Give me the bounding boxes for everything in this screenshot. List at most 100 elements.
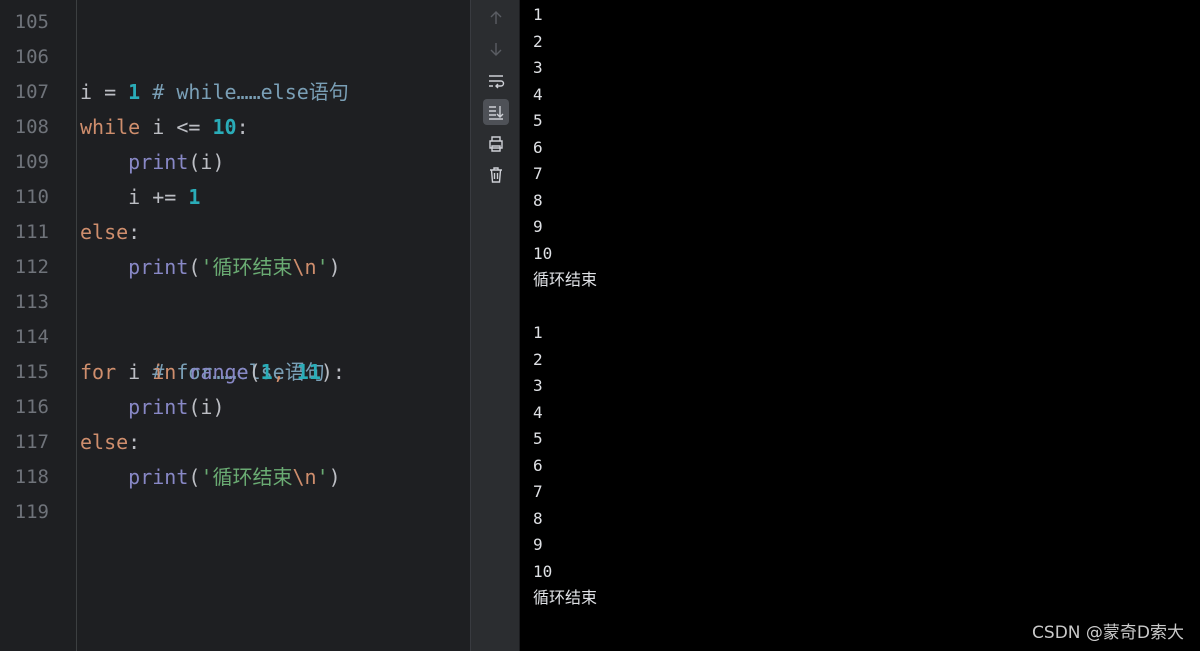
line-number: 106 — [14, 46, 49, 68]
console-output-line: 8 — [533, 190, 543, 210]
code-line-109[interactable]: print(i) — [80, 145, 225, 180]
code-token: , — [272, 360, 297, 384]
code-token: (i) — [188, 150, 225, 174]
string-token: ' — [316, 465, 329, 489]
number-token: 11 — [296, 360, 321, 384]
escape-token: \n — [292, 255, 317, 279]
watermark: CSDN @蒙奇D索大 — [1032, 623, 1184, 643]
line-number: 107 — [14, 81, 49, 103]
keyword-token: else — [80, 430, 129, 454]
code-line-108[interactable]: while i <= 10: — [80, 110, 249, 145]
number-token: 10 — [212, 115, 237, 139]
line-number: 113 — [14, 291, 49, 313]
builtin-token: range — [188, 360, 249, 384]
console-output-line: 3 — [533, 376, 543, 395]
string-token: '循环结束 — [200, 255, 293, 279]
console-output-line: 6 — [533, 137, 543, 157]
code-line-110[interactable]: i += 1 — [80, 180, 200, 215]
console-output-line: 5 — [533, 429, 543, 448]
code-token: ( — [188, 255, 201, 279]
code-token: : — [128, 220, 141, 244]
console-output-line: 6 — [533, 455, 543, 475]
code-line-114[interactable]: # for……else语句 — [80, 320, 324, 384]
line-number: 111 — [14, 221, 49, 243]
line-number: 115 — [14, 361, 49, 383]
number-token: 1 — [188, 185, 201, 209]
arrow-up-icon[interactable] — [483, 5, 509, 31]
builtin-token: print — [128, 255, 189, 279]
line-number: 112 — [14, 256, 49, 278]
code-token: : — [128, 430, 141, 454]
arrow-down-icon[interactable] — [483, 36, 509, 62]
console-output-line: 7 — [533, 482, 543, 501]
number-token: 1 — [128, 80, 141, 104]
console-toolbar — [471, 0, 520, 651]
console-output-line: 10 — [533, 561, 553, 581]
code-token: ( — [248, 360, 261, 384]
console-output-line: 2 — [533, 349, 543, 369]
line-number: 105 — [14, 11, 49, 33]
console-output-line: 4 — [533, 402, 543, 422]
console-output-line: 9 — [533, 535, 543, 554]
code-token: ) — [328, 465, 341, 489]
line-number: 114 — [14, 326, 49, 348]
code-line-115[interactable]: for i in range(1, 11): — [80, 355, 345, 390]
code-line-106[interactable]: # while……else语句 — [80, 40, 349, 104]
string-token: ' — [316, 255, 329, 279]
builtin-token: print — [128, 465, 189, 489]
code-token: i — [116, 360, 153, 384]
console-output-line: 10 — [533, 243, 553, 263]
console-output-line: 循环结束 — [533, 270, 598, 289]
console-output-line: 5 — [533, 111, 543, 130]
line-number: 118 — [14, 466, 49, 488]
console-output-line: 9 — [533, 217, 543, 236]
trash-icon[interactable] — [483, 162, 509, 188]
code-token: : — [236, 115, 249, 139]
console-output-line: 8 — [533, 508, 543, 528]
console-output-line: 1 — [533, 5, 543, 24]
builtin-token: print — [128, 395, 189, 419]
escape-token: \n — [292, 465, 317, 489]
console-output-line: 4 — [533, 84, 543, 104]
code-token: i += — [80, 185, 189, 209]
print-icon[interactable] — [483, 131, 509, 157]
console-output-line: 1 — [533, 323, 543, 342]
code-token: i <= — [140, 115, 213, 139]
code-line-107[interactable]: i = 1 — [80, 75, 140, 110]
code-token: i = — [80, 80, 129, 104]
code-line-112[interactable]: print('循环结束\n') — [80, 250, 341, 285]
keyword-token: in — [152, 360, 177, 384]
line-number: 110 — [14, 186, 49, 208]
keyword-token: while — [80, 115, 141, 139]
line-number: 117 — [14, 431, 49, 453]
console-output-line: 2 — [533, 31, 543, 51]
scroll-to-end-icon[interactable] — [483, 99, 509, 125]
comment-token: # while……else语句 — [152, 80, 349, 104]
code-line-116[interactable]: print(i) — [80, 390, 225, 425]
line-number: 108 — [14, 116, 49, 138]
line-number: 116 — [14, 396, 49, 418]
code-editor[interactable]: 105 106 107 108 109 110 111 112 113 114 … — [0, 0, 471, 651]
code-line-117[interactable]: else: — [80, 425, 140, 460]
builtin-token: print — [128, 150, 189, 174]
console-output-line: 7 — [533, 164, 543, 183]
keyword-token: else — [80, 220, 129, 244]
soft-wrap-icon[interactable] — [483, 68, 509, 94]
code-line-118[interactable]: print('循环结束\n') — [80, 460, 341, 495]
number-token: 1 — [260, 360, 273, 384]
code-token: ) — [328, 255, 341, 279]
code-token: (i) — [188, 395, 225, 419]
line-number-gutter: 105 106 107 108 109 110 111 112 113 114 … — [0, 0, 77, 651]
code-line-111[interactable]: else: — [80, 215, 140, 250]
line-number: 119 — [14, 501, 49, 523]
keyword-token: for — [80, 360, 117, 384]
run-console[interactable]: 1 2 3 4 5 6 7 8 9 10 循环结束 1 2 3 4 5 6 7 … — [520, 0, 1200, 651]
console-output-line: 循环结束 — [533, 588, 598, 607]
line-number: 109 — [14, 151, 49, 173]
console-output-line: 3 — [533, 58, 543, 77]
